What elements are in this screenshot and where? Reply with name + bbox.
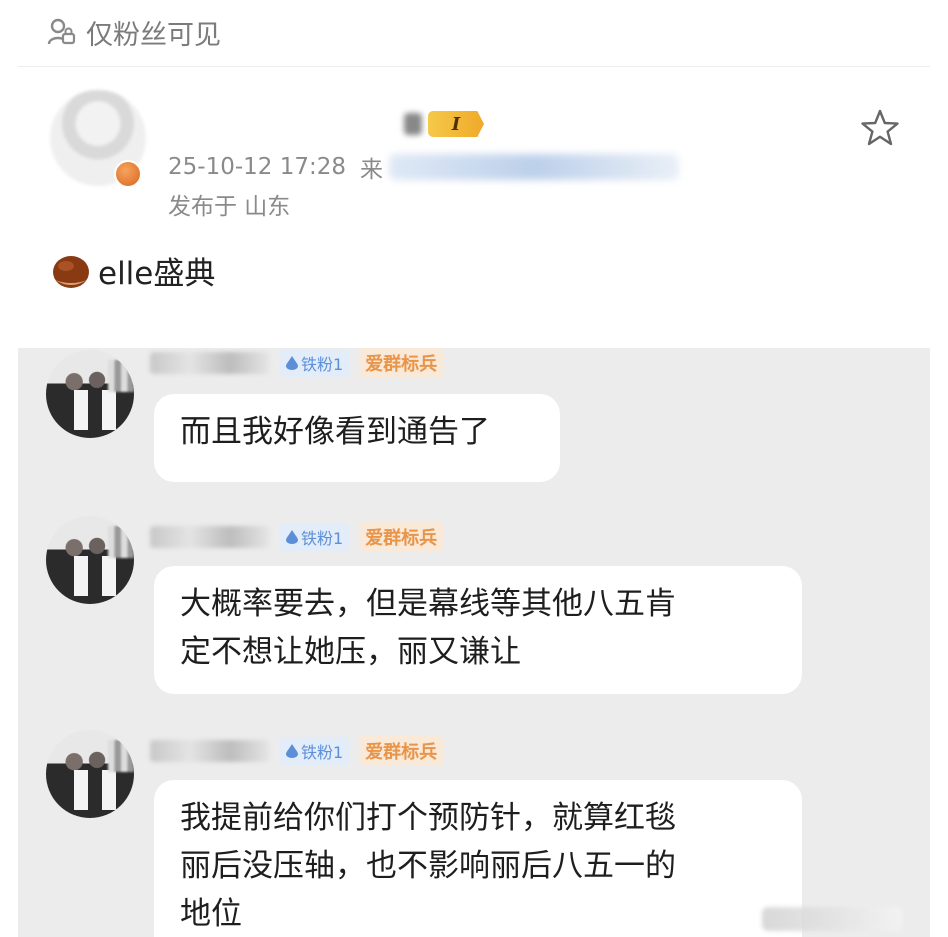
post-timestamp: 25-10-12 17:28 [168, 154, 346, 180]
post-body: elle盛典 [50, 248, 215, 292]
fan-level-badge: 铁粉1 [280, 349, 350, 377]
post-source-redacted[interactable] [389, 154, 679, 180]
redacted-icon [404, 113, 422, 135]
group-badge: 爱群标兵 [359, 348, 444, 378]
favorite-star-icon[interactable] [858, 106, 902, 150]
author-name-redacted[interactable] [168, 104, 396, 140]
fan-drop-icon [286, 356, 298, 370]
chat-screenshot: 铁粉1 爱群标兵 而且我好像看到通告了 铁粉1 爱群标兵 大概率要去，但是幕线等… [18, 348, 930, 937]
redacted-username [150, 740, 270, 762]
level-badge: I [428, 111, 484, 137]
chestnut-emoji-icon [53, 256, 89, 288]
chat-message-bubble: 而且我好像看到通告了 [154, 394, 560, 482]
post-location: 发布于 山东 [168, 194, 291, 220]
post-meta: 25-10-12 17:28 来 [168, 150, 679, 184]
author-level: I [404, 110, 484, 138]
chat-message-bubble: 我提前给你们打个预防针，就算红毯 丽后没压轴，也不影响丽后八五一的 地位 [154, 780, 802, 937]
watermark-redacted [762, 907, 902, 931]
post-text: elle盛典 [98, 255, 216, 292]
divider [18, 66, 930, 67]
redacted-username [150, 352, 270, 374]
post-source-prefix: 来 [360, 157, 383, 183]
group-badge: 爱群标兵 [359, 736, 444, 766]
chat-user-row: 铁粉1 爱群标兵 [150, 522, 444, 552]
chat-avatar [46, 350, 134, 438]
avatar-badge [114, 160, 142, 188]
chat-user-row: 铁粉1 爱群标兵 [150, 348, 444, 378]
fan-drop-icon [286, 530, 298, 544]
lock-person-icon [47, 18, 76, 45]
chat-message-bubble: 大概率要去，但是幕线等其他八五肯 定不想让她压，丽又谦让 [154, 566, 802, 694]
fans-only-label: 仅粉丝可见 [86, 19, 221, 51]
group-badge: 爱群标兵 [359, 522, 444, 552]
fans-only-notice: 仅粉丝可见 [46, 12, 221, 52]
fan-drop-icon [286, 744, 298, 758]
redacted-username [150, 526, 270, 548]
chat-avatar [46, 516, 134, 604]
fan-level-badge: 铁粉1 [280, 523, 350, 551]
fan-level-badge: 铁粉1 [280, 737, 350, 765]
chat-avatar [46, 730, 134, 818]
chat-user-row: 铁粉1 爱群标兵 [150, 736, 444, 766]
